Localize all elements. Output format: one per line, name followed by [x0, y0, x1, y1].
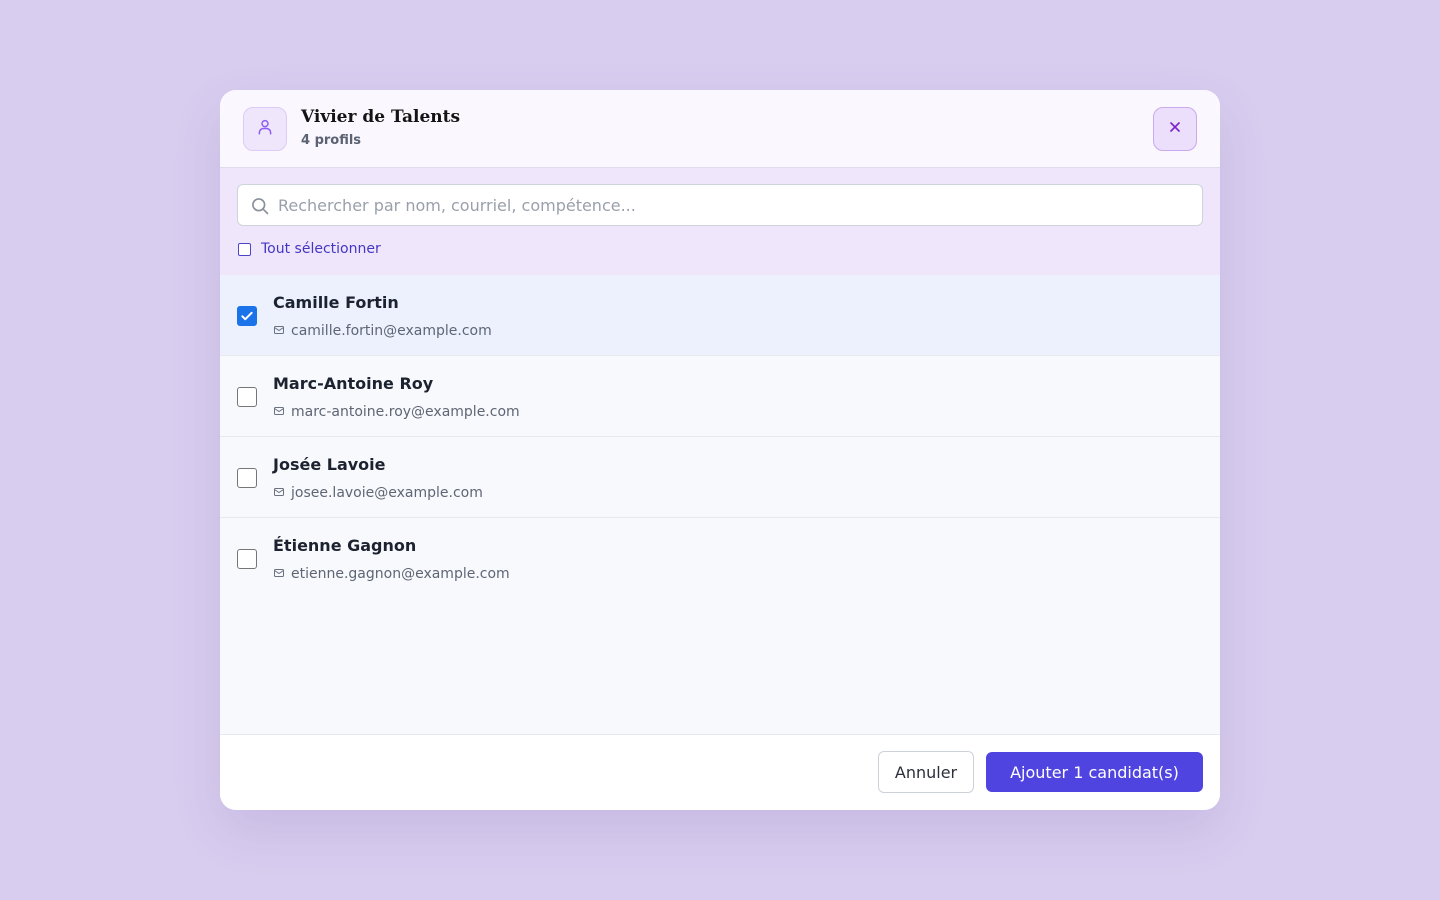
candidate-checkbox[interactable] — [237, 306, 257, 326]
modal-header: Vivier de Talents 4 profils — [220, 90, 1220, 168]
candidate-name: Camille Fortin — [273, 293, 399, 312]
candidate-name: Étienne Gagnon — [273, 536, 417, 555]
add-candidates-button[interactable]: Ajouter 1 candidat(s) — [986, 752, 1203, 792]
modal-footer: Annuler Ajouter 1 candidat(s) — [220, 734, 1220, 810]
candidate-list: Camille Fortin camille.fortin@example.co… — [220, 275, 1220, 734]
candidate-row[interactable]: Josée Lavoie josee.lavoie@example.com — [220, 437, 1220, 518]
candidate-email: marc-antoine.roy@example.com — [291, 403, 520, 420]
candidate-email: camille.fortin@example.com — [291, 322, 492, 339]
search-icon — [250, 196, 270, 220]
cancel-button[interactable]: Annuler — [878, 751, 974, 793]
mail-icon — [273, 483, 285, 502]
select-all-toggle[interactable]: Tout sélectionner — [238, 241, 381, 257]
mail-icon — [273, 321, 285, 340]
mail-icon — [273, 564, 285, 583]
candidate-checkbox[interactable] — [237, 468, 257, 488]
candidate-name: Josée Lavoie — [273, 455, 386, 474]
close-button[interactable] — [1153, 107, 1197, 151]
search-box — [237, 184, 1203, 226]
profile-count: 4 profils — [301, 133, 362, 148]
candidate-email-line: etienne.gagnon@example.com — [273, 564, 510, 583]
candidate-row[interactable]: Camille Fortin camille.fortin@example.co… — [220, 275, 1220, 356]
search-toolbar: Tout sélectionner — [220, 168, 1220, 275]
candidate-email: josee.lavoie@example.com — [291, 484, 483, 501]
candidate-row[interactable]: Marc-Antoine Roy marc-antoine.roy@exampl… — [220, 356, 1220, 437]
user-icon — [256, 118, 274, 140]
candidate-checkbox[interactable] — [237, 549, 257, 569]
candidate-email-line: camille.fortin@example.com — [273, 321, 492, 340]
select-all-label: Tout sélectionner — [261, 241, 381, 257]
header-avatar — [243, 107, 287, 151]
search-input[interactable] — [278, 185, 1188, 225]
candidate-row[interactable]: Étienne Gagnon etienne.gagnon@example.co… — [220, 518, 1220, 599]
select-all-checkbox[interactable] — [238, 242, 251, 256]
candidate-email: etienne.gagnon@example.com — [291, 565, 510, 582]
candidate-email-line: josee.lavoie@example.com — [273, 483, 483, 502]
modal-title: Vivier de Talents — [301, 107, 461, 127]
mail-icon — [273, 402, 285, 421]
close-icon — [1167, 119, 1183, 139]
candidate-email-line: marc-antoine.roy@example.com — [273, 402, 520, 421]
talent-pool-modal: Vivier de Talents 4 profils Tout sélecti… — [220, 90, 1220, 810]
candidate-checkbox[interactable] — [237, 387, 257, 407]
candidate-name: Marc-Antoine Roy — [273, 374, 434, 393]
